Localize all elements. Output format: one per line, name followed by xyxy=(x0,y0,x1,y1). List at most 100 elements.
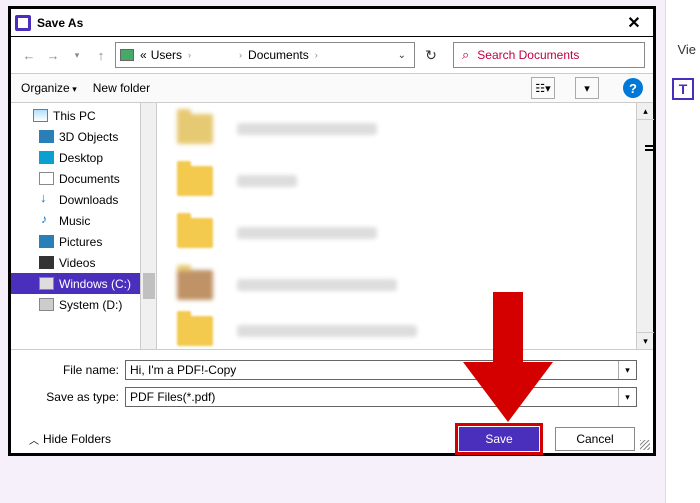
organize-menu[interactable]: Organize xyxy=(21,81,77,95)
list-item[interactable] xyxy=(157,103,653,155)
savetype-value: PDF Files(*.pdf) xyxy=(130,390,215,404)
scroll-up-icon[interactable]: ▴ xyxy=(637,103,654,120)
list-item-label xyxy=(237,175,297,187)
tree-label: System (D:) xyxy=(59,298,122,312)
tree-label: Windows (C:) xyxy=(59,277,131,291)
help-button[interactable]: ? xyxy=(623,78,643,98)
music-icon xyxy=(39,214,54,227)
crumb-root[interactable]: « xyxy=(138,48,149,62)
ribbon-tab-view[interactable]: Vie xyxy=(677,42,696,57)
scroll-down-icon[interactable]: ▾ xyxy=(637,332,654,349)
cancel-button[interactable]: Cancel xyxy=(555,427,635,451)
tree-label: Desktop xyxy=(59,151,103,165)
tree-music[interactable]: Music xyxy=(11,210,156,231)
tree-desktop[interactable]: Desktop xyxy=(11,147,156,168)
savetype-label: Save as type: xyxy=(27,390,125,404)
list-item[interactable] xyxy=(157,207,653,259)
chevron-up-icon: ︿ xyxy=(29,432,39,447)
hide-folders-toggle[interactable]: ︿ Hide Folders xyxy=(29,432,111,447)
folder-icon xyxy=(177,316,213,346)
dialog-title: Save As xyxy=(37,16,83,30)
tree-videos[interactable]: Videos xyxy=(11,252,156,273)
main-area: This PC 3D Objects Desktop Documents Dow… xyxy=(11,103,653,349)
recent-dropdown[interactable]: ▾ xyxy=(67,44,87,66)
new-folder-button[interactable]: New folder xyxy=(93,81,150,95)
highlight-marker: Save xyxy=(455,423,543,455)
close-button[interactable]: ✕ xyxy=(619,13,649,33)
crumb-documents[interactable]: Documents xyxy=(246,48,311,62)
filename-input[interactable]: Hi, I'm a PDF!-Copy ▾ xyxy=(125,360,637,380)
back-button[interactable]: ← xyxy=(19,44,39,66)
tree-this-pc[interactable]: This PC xyxy=(11,105,156,126)
save-as-dialog: Save As ✕ ← → ▾ ↑ « Users › › Documents … xyxy=(8,6,656,456)
text-tool-icon[interactable]: T xyxy=(672,78,694,100)
list-item[interactable] xyxy=(157,311,653,351)
tree-scrollbar[interactable] xyxy=(140,103,156,349)
documents-icon xyxy=(39,172,54,185)
list-item[interactable] xyxy=(157,155,653,207)
drive-icon xyxy=(39,298,54,311)
file-list[interactable]: ▴ ▾ xyxy=(157,103,653,349)
tree-system-d[interactable]: System (D:) xyxy=(11,294,156,315)
filename-dropdown-icon[interactable]: ▾ xyxy=(618,361,636,379)
folder-icon xyxy=(177,114,213,144)
scrollbar-thumb[interactable] xyxy=(143,273,155,299)
tree-label: Documents xyxy=(59,172,120,186)
pictures-icon xyxy=(39,235,54,248)
toolbar: Organize New folder ☷▾ ▾ ? xyxy=(11,73,653,103)
search-icon: ⌕ xyxy=(462,47,469,63)
videos-icon xyxy=(39,256,54,269)
button-row: ︿ Hide Folders Save Cancel xyxy=(11,416,653,462)
filename-label: File name: xyxy=(27,363,125,377)
tree-pictures[interactable]: Pictures xyxy=(11,231,156,252)
list-item-label xyxy=(237,227,377,239)
preview-pane-button[interactable]: ▾ xyxy=(575,77,599,99)
list-item-label xyxy=(237,325,417,337)
savetype-dropdown-icon[interactable]: ▾ xyxy=(618,388,636,406)
tree-label: This PC xyxy=(53,109,96,123)
tree-label: Pictures xyxy=(59,235,102,249)
downloads-icon xyxy=(39,193,54,206)
folder-tree: This PC 3D Objects Desktop Documents Dow… xyxy=(11,103,157,349)
filename-value: Hi, I'm a PDF!-Copy xyxy=(130,363,236,377)
hide-folders-label: Hide Folders xyxy=(43,432,111,446)
crumb-users[interactable]: Users xyxy=(149,48,184,62)
view-options-button[interactable]: ☷▾ xyxy=(531,77,555,99)
crumb-sep-icon[interactable]: › xyxy=(235,50,246,60)
crumb-sep-icon[interactable]: › xyxy=(184,50,195,60)
address-bar[interactable]: « Users › › Documents › ⌄ xyxy=(115,42,415,68)
up-button[interactable]: ↑ xyxy=(91,44,111,66)
pc-icon xyxy=(120,49,134,61)
save-button[interactable]: Save xyxy=(459,427,539,451)
savetype-select[interactable]: PDF Files(*.pdf) ▾ xyxy=(125,387,637,407)
folder-icon xyxy=(177,218,213,248)
tree-3d-objects[interactable]: 3D Objects xyxy=(11,126,156,147)
crumb-sep-icon[interactable]: › xyxy=(311,50,322,60)
tree-label: Music xyxy=(59,214,90,228)
app-icon xyxy=(15,15,31,31)
tree-label: Videos xyxy=(59,256,95,270)
folder-icon xyxy=(177,166,213,196)
3d-objects-icon xyxy=(39,130,54,143)
tree-documents[interactable]: Documents xyxy=(11,168,156,189)
forward-button[interactable]: → xyxy=(43,44,63,66)
resize-grip[interactable] xyxy=(640,440,650,450)
list-item[interactable] xyxy=(157,259,653,311)
pc-icon xyxy=(33,109,48,122)
search-placeholder: Search Documents xyxy=(477,48,579,62)
tree-windows-c[interactable]: Windows (C:) xyxy=(11,273,156,294)
desktop-icon xyxy=(39,151,54,164)
tree-label: Downloads xyxy=(59,193,118,207)
tree-downloads[interactable]: Downloads xyxy=(11,189,156,210)
tree-label: 3D Objects xyxy=(59,130,118,144)
titlebar: Save As ✕ xyxy=(11,9,653,37)
search-box[interactable]: ⌕ Search Documents xyxy=(453,42,645,68)
list-item-label xyxy=(237,279,397,291)
refresh-button[interactable]: ↻ xyxy=(419,42,443,68)
app-right-rail: Vie T xyxy=(665,0,700,503)
nav-row: ← → ▾ ↑ « Users › › Documents › ⌄ ↻ ⌕ Se… xyxy=(11,37,653,73)
address-history-dropdown[interactable]: ⌄ xyxy=(398,50,410,61)
list-item-label xyxy=(237,123,377,135)
form-area: File name: Hi, I'm a PDF!-Copy ▾ Save as… xyxy=(11,350,653,416)
content-scrollbar[interactable]: ▴ ▾ xyxy=(636,103,653,349)
